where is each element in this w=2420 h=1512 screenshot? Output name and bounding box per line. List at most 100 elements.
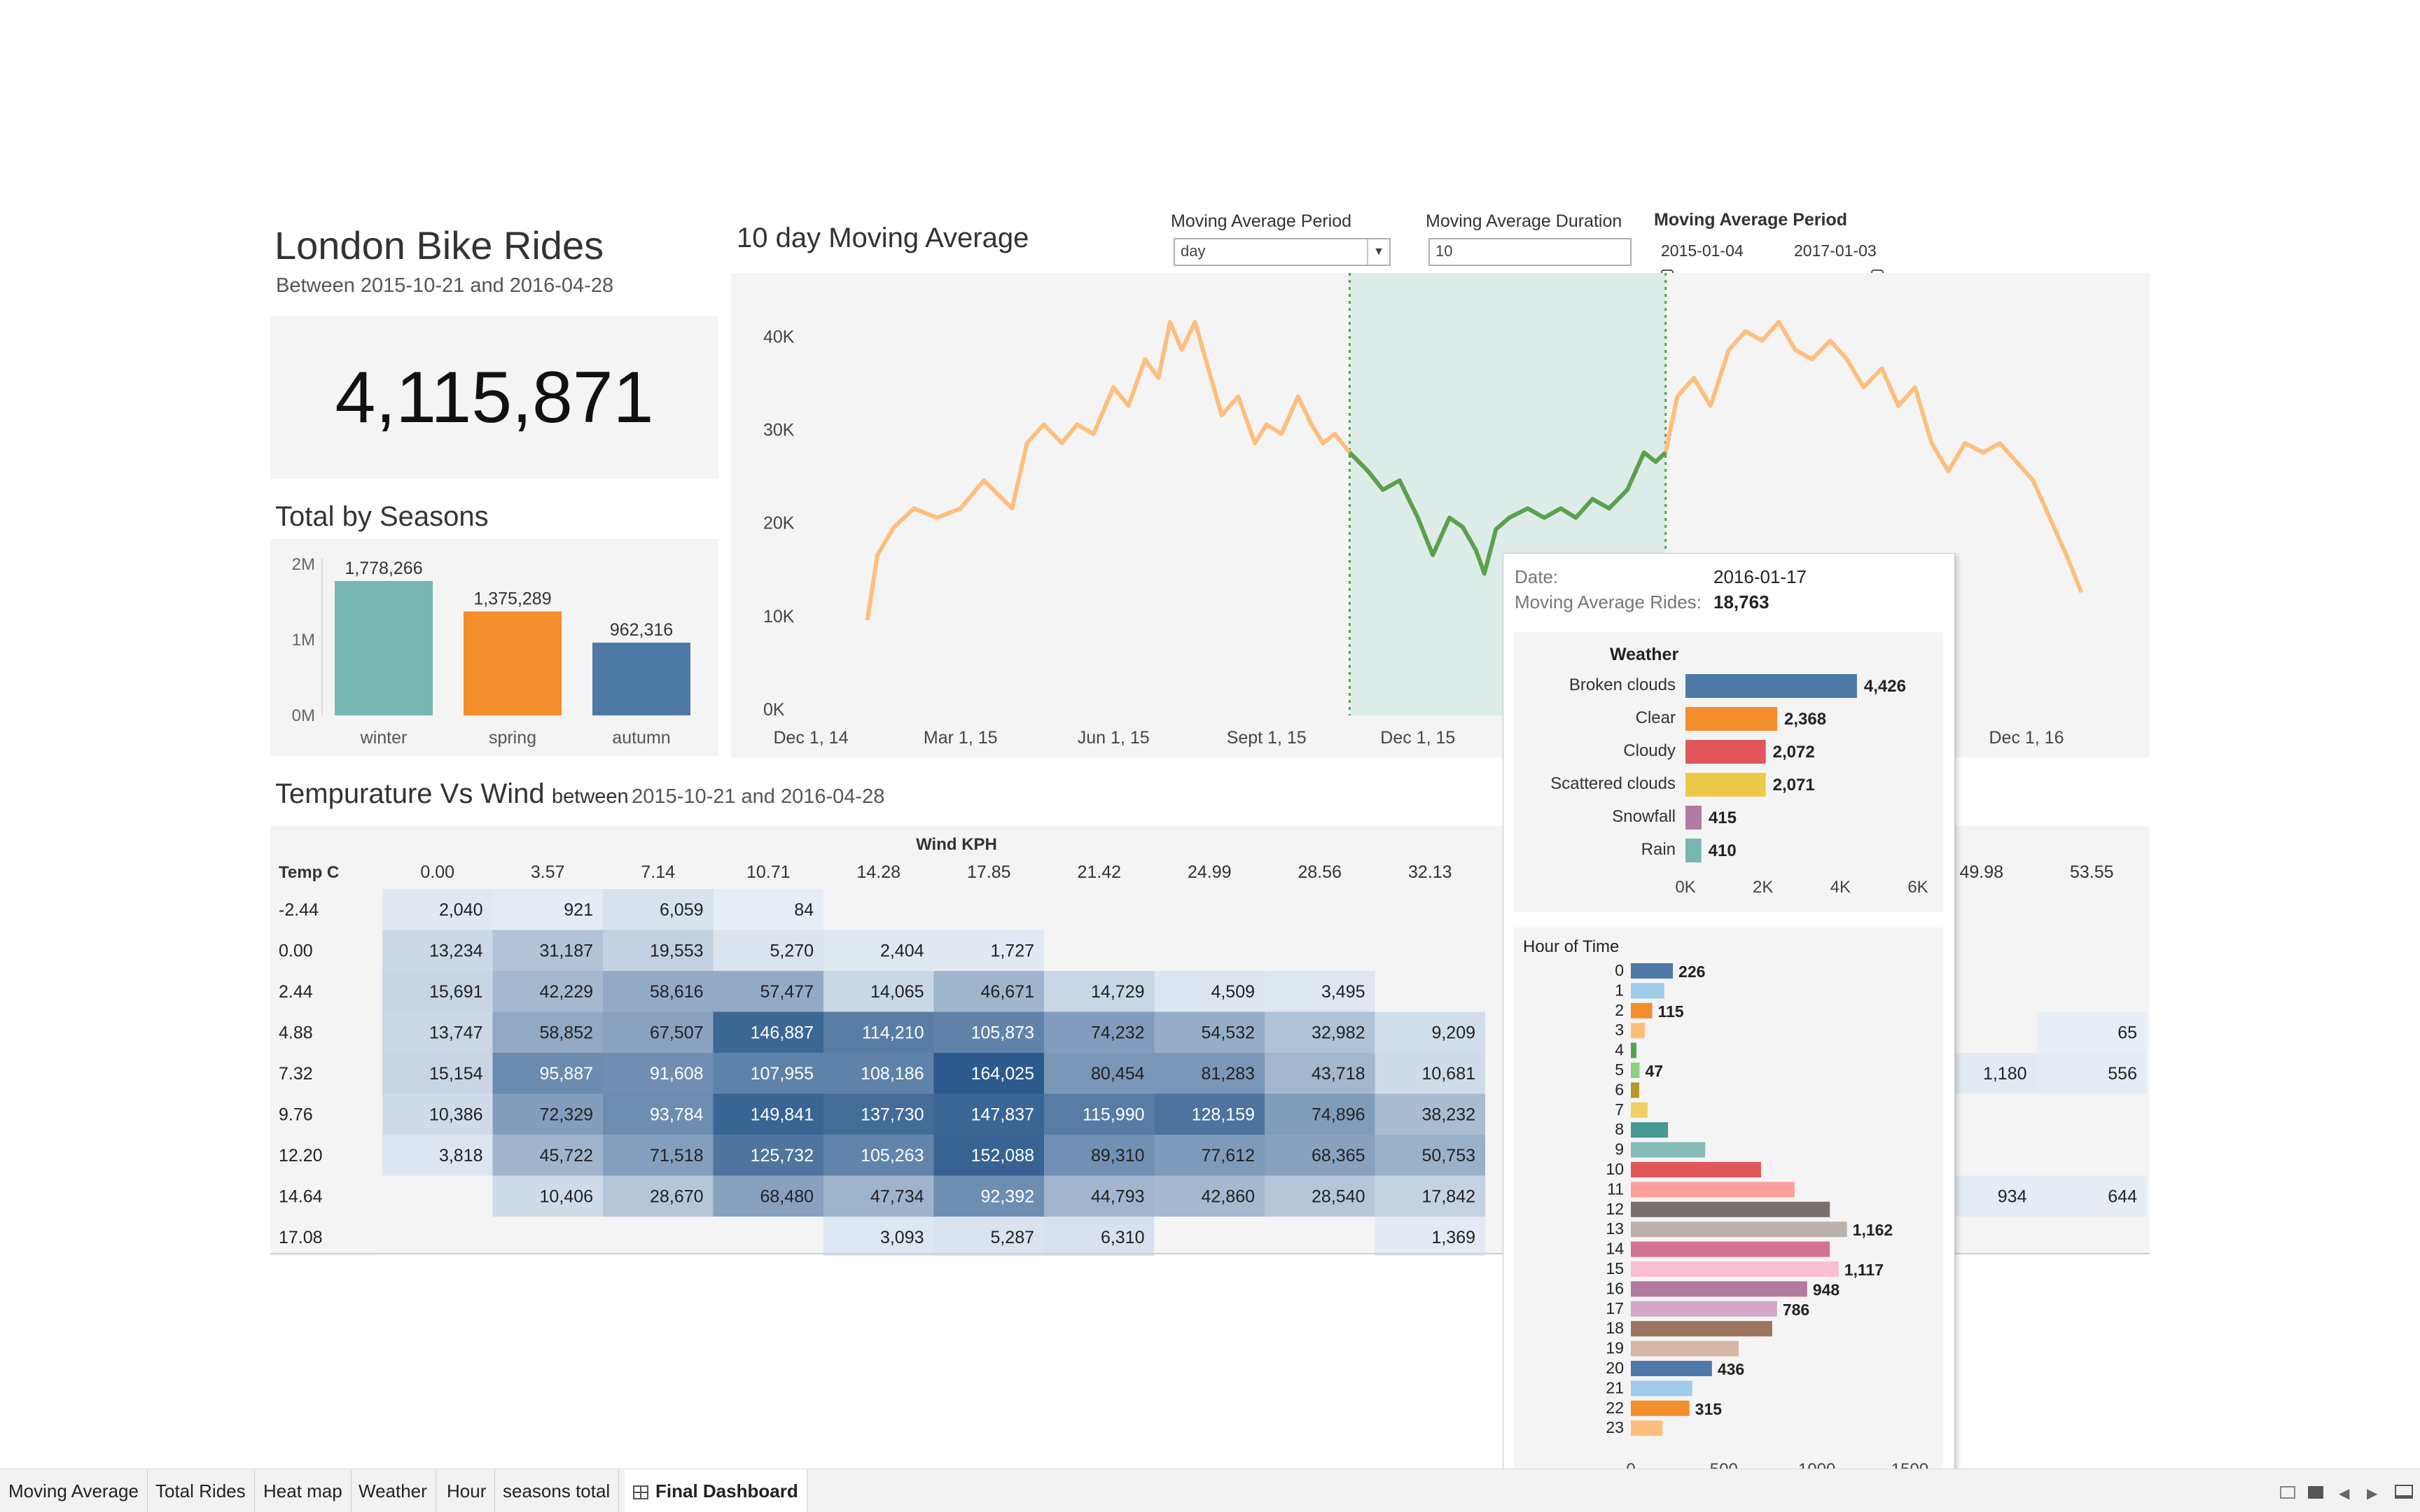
heatmap-row-label-5: 9.76 [279, 1105, 313, 1125]
single-sheet-icon[interactable] [2308, 1486, 2323, 1499]
tab-hour[interactable]: Hour [438, 1469, 496, 1512]
weather-category-0: Broken clouds [1569, 676, 1676, 694]
heatmap-cell-label-5-1: 72,329 [540, 1105, 593, 1125]
heatmap-column-axis-title: Wind KPH [916, 835, 997, 854]
heatmap-cell-label-8-9: 1,369 [1431, 1228, 1475, 1247]
range-start: 2015-01-04 [1661, 241, 1744, 260]
weather-value-label-1: 2,368 [1784, 710, 1826, 729]
tab-heat-map[interactable]: Heat map [255, 1469, 352, 1512]
heatmap-subtitle-range: 2015-10-21 and 2016-04-28 [632, 785, 885, 808]
heatmap-cell-label-4-6: 80,454 [1091, 1064, 1145, 1084]
heatmap-cell-label-6-7: 77,612 [1202, 1146, 1255, 1166]
heatmap-subtitle-prefix: between [552, 785, 629, 808]
heatmap-cell-label-0-3: 84 [794, 900, 814, 920]
weather-value-label-2: 2,072 [1773, 743, 1815, 762]
weather-category-5: Rain [1641, 840, 1676, 859]
heatmap-title: Tempurature Vs Wind [275, 778, 545, 809]
ma-x-tick-0: Dec 1, 14 [773, 728, 848, 748]
heatmap-cell-label-1-3: 5,270 [770, 941, 814, 961]
heatmap-cell-label-3-2: 67,507 [650, 1023, 703, 1043]
heatmap-column-label-6: 21.42 [1077, 862, 1121, 882]
heatmap-cell-label-6-1: 45,722 [540, 1146, 593, 1166]
heatmap-cell-label-3-8: 32,982 [1312, 1023, 1365, 1043]
heatmap-cell-label-0-1: 921 [564, 900, 593, 920]
hour-bar-7 [1631, 1102, 1648, 1118]
tab-weather[interactable]: Weather [350, 1469, 436, 1512]
tooltip-weather-panel: Weather Broken clouds 4,426 Clear 2,368 Clou… [1513, 632, 1943, 912]
heatmap-cell-label-3-7: 54,532 [1202, 1023, 1255, 1043]
seasons-x-label-spring: spring [489, 728, 536, 748]
heatmap-cell-label-6-2: 71,518 [650, 1146, 703, 1166]
hour-category-17: 17 [1606, 1299, 1624, 1317]
hour-category-16: 16 [1606, 1279, 1624, 1297]
hour-value-label-13: 1,162 [1853, 1221, 1893, 1239]
hour-bar-15 [1631, 1261, 1839, 1277]
heatmap-cell-label-7-3: 68,480 [760, 1187, 814, 1207]
presentation-icon[interactable] [2395, 1485, 2413, 1499]
tooltip-rides-label: Moving Average Rides: [1515, 592, 1702, 612]
hour-category-14: 14 [1606, 1240, 1624, 1258]
period-dropdown[interactable]: day ▼ [1174, 238, 1391, 266]
hour-bar-2 [1631, 1002, 1653, 1018]
hour-category-5: 5 [1615, 1060, 1624, 1079]
hour-category-1: 1 [1615, 981, 1624, 999]
tooltip-hour-panel: Hour of Time 0 226 1 2 115 3 4 5 47 6 7 8 9 10 11 12 13 1… [1513, 927, 1943, 1492]
hour-bar-20 [1631, 1361, 1712, 1376]
next-icon[interactable]: ▶ [2367, 1485, 2377, 1502]
heatmap-column-label-15: 53.55 [2070, 862, 2114, 882]
heatmap-cell-label-6-4: 105,263 [861, 1146, 924, 1166]
heatmap-column-label-2: 7.14 [641, 862, 675, 882]
kpi-panel: 4,115,871 [270, 316, 718, 479]
moving-average-title: 10 day Moving Average [737, 223, 1029, 253]
heatmap-cell-label-6-5: 152,088 [971, 1146, 1034, 1166]
hour-category-21: 21 [1606, 1378, 1624, 1396]
heatmap-cell-label-6-6: 89,310 [1091, 1146, 1144, 1166]
ma-y-tick-0: 0K [763, 700, 785, 720]
seasons-bar-spring [464, 611, 562, 715]
heatmap-cell-label-8-6: 6,310 [1101, 1228, 1145, 1247]
heatmap-column-label-1: 3.57 [531, 862, 565, 882]
tooltip-rides-value: 18,763 [1713, 592, 1769, 612]
hour-value-label-5: 47 [1645, 1062, 1663, 1080]
hour-category-4: 4 [1615, 1041, 1624, 1059]
heatmap-cell-label-2-7: 4,509 [1211, 982, 1255, 1002]
ma-y-tick-1: 10K [763, 607, 795, 626]
tab-moving-average[interactable]: Moving Average [0, 1469, 148, 1512]
tab-final-dashboard[interactable]: Final Dashboard [625, 1469, 807, 1512]
heatmap-cell-label-3-15: 65 [2118, 1023, 2137, 1043]
heatmap-cell-label-4-2: 91,608 [650, 1064, 703, 1084]
heatmap-column-label-9: 32.13 [1408, 862, 1452, 882]
period-dropdown-value: day [1181, 242, 1206, 260]
heatmap-cell-label-1-0: 13,234 [429, 941, 483, 961]
heatmap-column-label-0: 0.00 [420, 862, 454, 882]
heatmap-cell-label-4-5: 164,025 [971, 1064, 1034, 1084]
heatmap-row-label-4: 7.32 [279, 1064, 313, 1084]
tab-seasons-total[interactable]: seasons total [494, 1469, 620, 1512]
weather-value-label-4: 415 [1709, 808, 1737, 827]
seasons-value-label-autumn: 962,316 [610, 620, 673, 640]
hour-category-20: 20 [1606, 1359, 1624, 1377]
heatmap-cell-label-1-1: 31,187 [540, 941, 593, 961]
tab-total-rides[interactable]: Total Rides [147, 1469, 255, 1512]
heatmap-cell-label-5-3: 149,841 [751, 1105, 814, 1125]
tooltip-weather-bar-chart: Broken clouds 4,426 Clear 2,368 Cloudy 2,072 S… [1550, 674, 1928, 897]
hour-bar-19 [1631, 1340, 1739, 1357]
hour-category-12: 12 [1606, 1200, 1624, 1218]
seasons-y-tick-2: 2M [292, 555, 315, 574]
tooltip-date-value: 2016-01-17 [1713, 566, 1807, 587]
hour-value-label-2: 115 [1658, 1002, 1684, 1021]
hour-bar-16 [1631, 1281, 1807, 1297]
filmstrip-icon[interactable] [2280, 1486, 2295, 1499]
weather-category-2: Cloudy [1623, 741, 1676, 760]
hour-bar-9 [1631, 1142, 1706, 1158]
ma-x-tick-4: Dec 1, 15 [1380, 728, 1455, 748]
hour-category-7: 7 [1615, 1100, 1624, 1119]
prev-icon[interactable]: ◀ [2339, 1485, 2349, 1502]
weather-bar-5 [1685, 839, 1702, 862]
duration-input[interactable]: 10 [1428, 238, 1632, 266]
hour-bar-11 [1631, 1182, 1795, 1198]
heatmap-cell-label-4-1: 95,887 [540, 1064, 593, 1084]
heatmap-cell-label-4-9: 10,681 [1422, 1064, 1475, 1084]
hour-category-15: 15 [1606, 1259, 1624, 1278]
heatmap-cell-label-8-4: 3,093 [880, 1228, 924, 1247]
